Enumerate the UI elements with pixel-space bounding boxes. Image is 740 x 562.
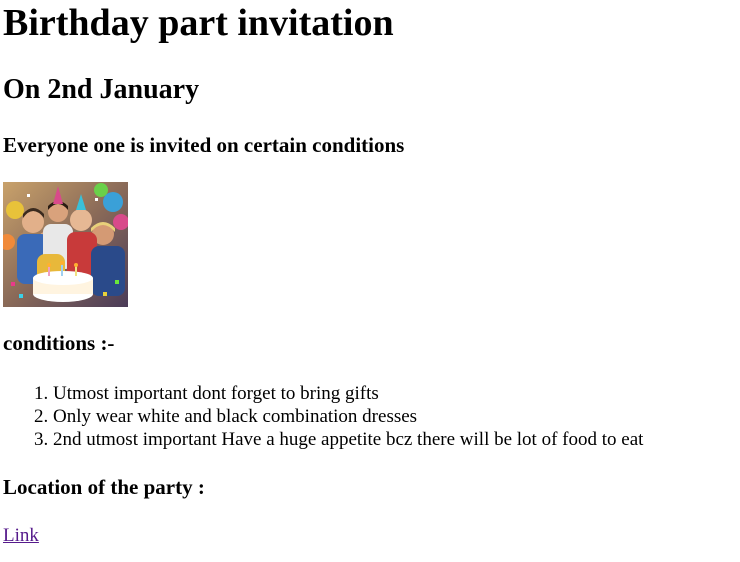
location-heading: Location of the party : (3, 475, 205, 499)
conditions-list: Utmost important dont forget to bring gi… (0, 382, 643, 451)
party-photo-icon (3, 182, 128, 307)
list-item: 2nd utmost important Have a huge appetit… (53, 428, 643, 451)
invitation-subtitle: Everyone one is invited on certain condi… (3, 133, 405, 157)
party-photo (3, 182, 128, 307)
list-item: Utmost important dont forget to bring gi… (53, 382, 643, 405)
date-heading: On 2nd January (3, 74, 200, 105)
page-title: Birthday part invitation (3, 2, 394, 44)
conditions-heading: conditions :- (3, 331, 115, 355)
list-item: Only wear white and black combination dr… (53, 405, 643, 428)
location-link[interactable]: Link (3, 524, 39, 548)
